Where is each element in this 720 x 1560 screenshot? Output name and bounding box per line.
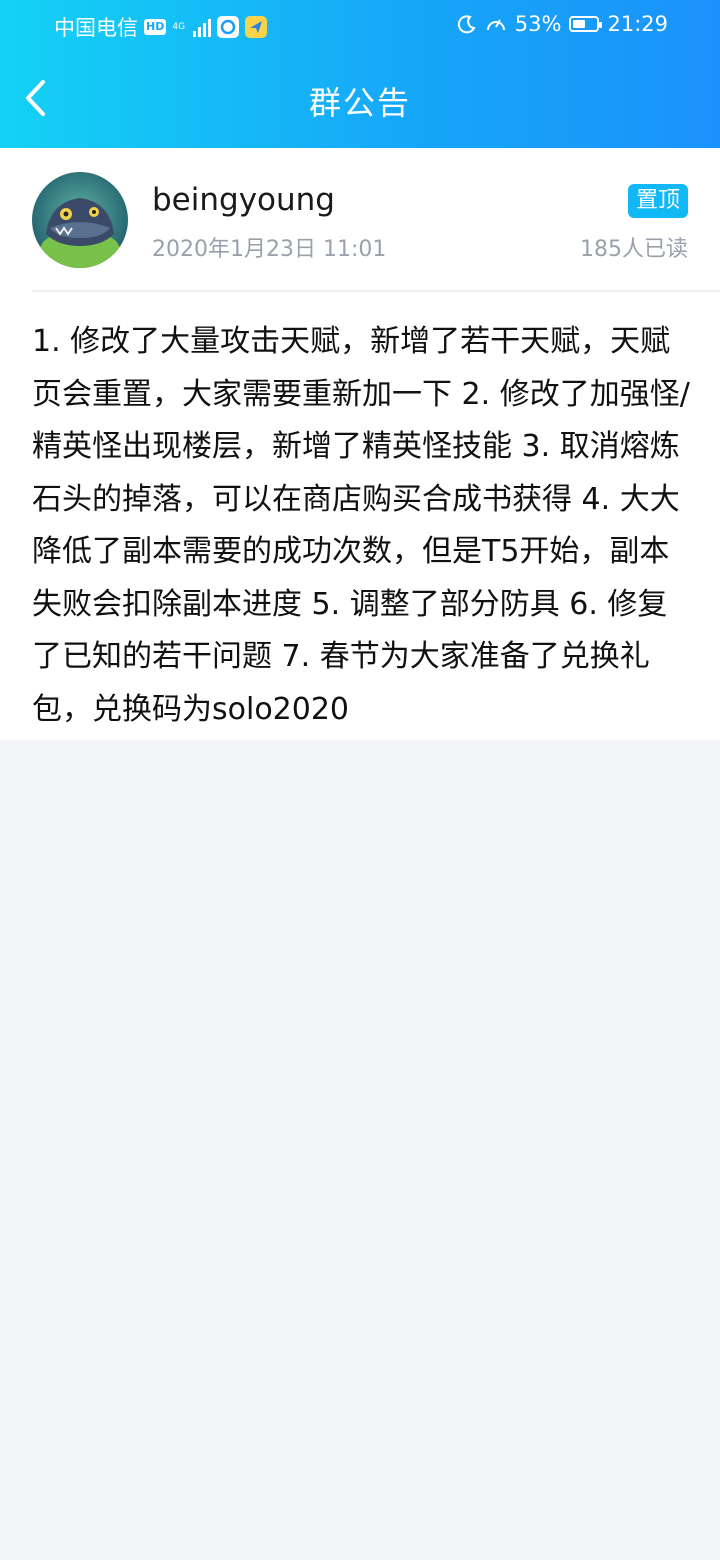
battery-icon [569, 16, 603, 32]
page-title: 群公告 [308, 84, 411, 122]
clock: 21:29 [607, 12, 668, 36]
announcement-content: 1. 修改了大量攻击天赋，新增了若干天赋，天赋页会重置，大家需要重新加一下 2.… [32, 324, 690, 727]
avatar[interactable] [32, 172, 128, 268]
pinned-badge: 置顶 [627, 184, 688, 218]
signal-icon [193, 17, 212, 37]
announcement-card: beingyoung 2020年1月23日 11:01 置顶 185人已读 1.… [0, 148, 720, 740]
speedometer-icon [486, 19, 505, 31]
qq-browser-icon [217, 16, 240, 38]
hd-badge: HD [144, 19, 167, 35]
post-date: 2020年1月23日 11:01 [152, 237, 387, 262]
read-count[interactable]: 185人已读 [580, 231, 688, 263]
author-name[interactable]: beingyoung [152, 182, 335, 218]
header: 中国电信 HD 4G 53% 21:29 群公告 [0, 0, 720, 148]
send-app-icon [245, 16, 268, 38]
network-label: 4G [172, 21, 186, 32]
carrier-label: 中国电信 [54, 16, 138, 40]
battery-percent: 53% [514, 12, 562, 36]
nav-bar: 群公告 [0, 50, 720, 148]
moon-icon [457, 15, 476, 34]
status-bar: 中国电信 HD 4G 53% 21:29 [0, 0, 720, 50]
divider [32, 290, 720, 292]
